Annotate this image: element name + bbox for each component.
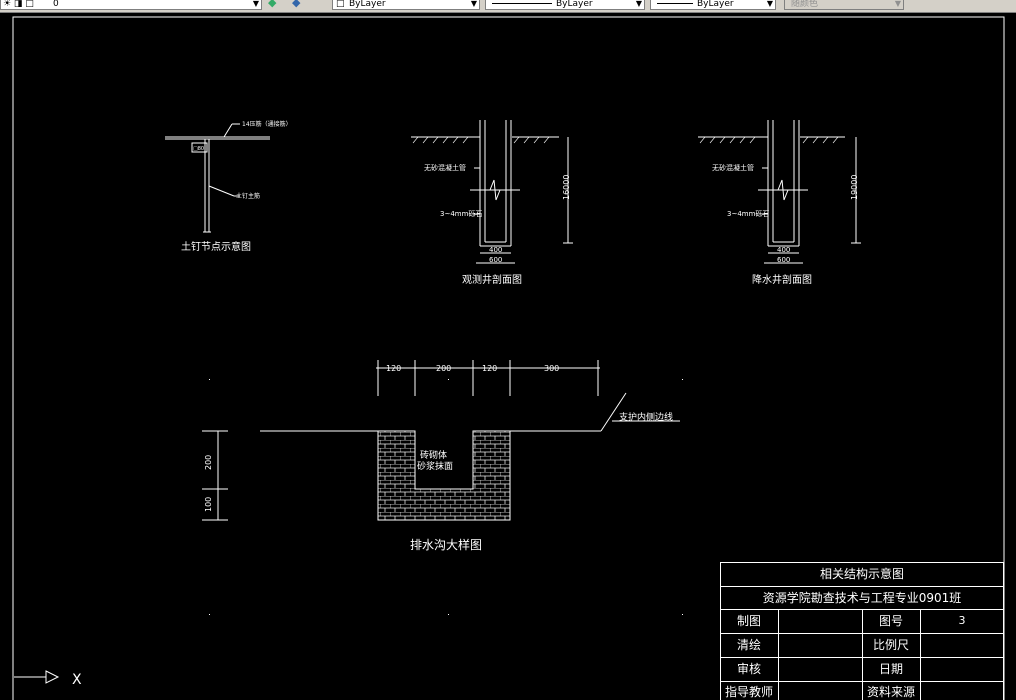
plotstyle-value: 随颜色 (791, 0, 819, 9)
dewater-gravel-label: 3~4mm砾石 (727, 209, 769, 218)
value-drawing-no: 3 (958, 614, 966, 627)
ditch-material-1: 砖砌体 (420, 449, 447, 461)
label-date: 日期 (878, 662, 903, 676)
color-value: ByLayer (349, 0, 386, 9)
dewater-depth-dim: 19000 (850, 175, 859, 200)
nail-title: 土钉节点示意图 (181, 240, 251, 253)
drawing-subtitle: 资源学院勘查技术与工程专业0901班 (762, 591, 962, 605)
layer-status-icons: ☀ ◨ □ (3, 0, 34, 9)
chevron-down-icon[interactable]: ▼ (471, 0, 477, 8)
color-swatch-icon: □ (336, 0, 345, 9)
label-traced-by: 清绘 (736, 638, 761, 652)
observe-outer-dim: 600 (489, 256, 502, 264)
ditch-dim-1: 120 (386, 364, 401, 373)
linetype-value: ByLayer (556, 0, 593, 9)
label-reviewed-by: 审核 (736, 662, 761, 676)
observe-title: 观测井剖面图 (462, 273, 522, 286)
linetype-dropdown[interactable]: ByLayer ▼ (485, 0, 645, 10)
title-block: 相关结构示意图 资源学院勘查技术与工程专业0901班 制图 图号 3 清绘 比例… (720, 562, 1004, 700)
dewatering-well (698, 120, 861, 264)
layer-name: 0 (53, 0, 59, 9)
layer-dropdown[interactable]: ☀ ◨ □ 0 ▼ (0, 0, 262, 10)
ditch-dim-left-1: 200 (204, 455, 213, 470)
ditch-edge-label: 支护内侧边线 (619, 411, 673, 423)
nail-top-label: 14压筋（通接筋） (242, 120, 292, 128)
label-data-source: 资料来源 (866, 685, 915, 699)
label-instructor: 指导教师 (724, 685, 773, 699)
layer-properties-icon[interactable]: ◆ (292, 0, 300, 10)
chevron-down-icon[interactable]: ▼ (895, 0, 901, 8)
ditch-dim-left-2: 100 (204, 497, 213, 512)
observe-pipe-label: 无砂混凝土管 (424, 163, 466, 172)
chevron-down-icon[interactable]: ▼ (253, 0, 259, 8)
label-scale: 比例尺 (872, 638, 909, 652)
dewater-inner-dim: 400 (777, 246, 790, 254)
properties-toolbar: ☀ ◨ □ 0 ▼ ◆ ◆ □ ByLayer ▼ ByLayer ▼ ByLa… (0, 0, 1016, 13)
layer-state-icon[interactable]: ◆ (268, 0, 276, 10)
drainage-ditch (202, 360, 680, 521)
ditch-dim-3: 120 (482, 364, 497, 373)
label-drawn-by: 制图 (736, 614, 761, 628)
chevron-down-icon[interactable]: ▼ (767, 0, 773, 8)
plotstyle-dropdown[interactable]: 随颜色 ▼ (784, 0, 904, 10)
observe-depth-dim: 16000 (562, 175, 571, 200)
ucs-x-label: X (72, 672, 82, 688)
lineweight-dropdown[interactable]: ByLayer ▼ (650, 0, 776, 10)
lineweight-value: ByLayer (697, 0, 734, 9)
label-drawing-no: 图号 (878, 614, 903, 628)
observation-well (411, 120, 573, 264)
chevron-down-icon[interactable]: ▼ (636, 0, 642, 8)
ditch-dim-4: 300 (544, 364, 559, 373)
dewater-pipe-label: 无砂混凝土管 (712, 163, 754, 172)
nail-plate-label: □80 (193, 146, 204, 152)
observe-gravel-label: 3~4mm砾石 (440, 209, 482, 218)
color-dropdown[interactable]: □ ByLayer ▼ (332, 0, 480, 10)
observe-inner-dim: 400 (489, 246, 502, 254)
ditch-title: 排水沟大样图 (410, 537, 482, 552)
ditch-material-2: 砂浆抹面 (417, 460, 453, 472)
nail-bar-label: 土钉主筋 (236, 192, 260, 200)
ditch-dim-2: 200 (436, 364, 451, 373)
ucs-icon (14, 670, 60, 684)
dewater-outer-dim: 600 (777, 256, 790, 264)
dewater-title: 降水井剖面图 (752, 273, 812, 286)
linetype-preview (492, 3, 552, 4)
drawing-title: 相关结构示意图 (819, 567, 904, 581)
lineweight-preview (657, 3, 693, 4)
soil-nail-detail (165, 123, 270, 233)
